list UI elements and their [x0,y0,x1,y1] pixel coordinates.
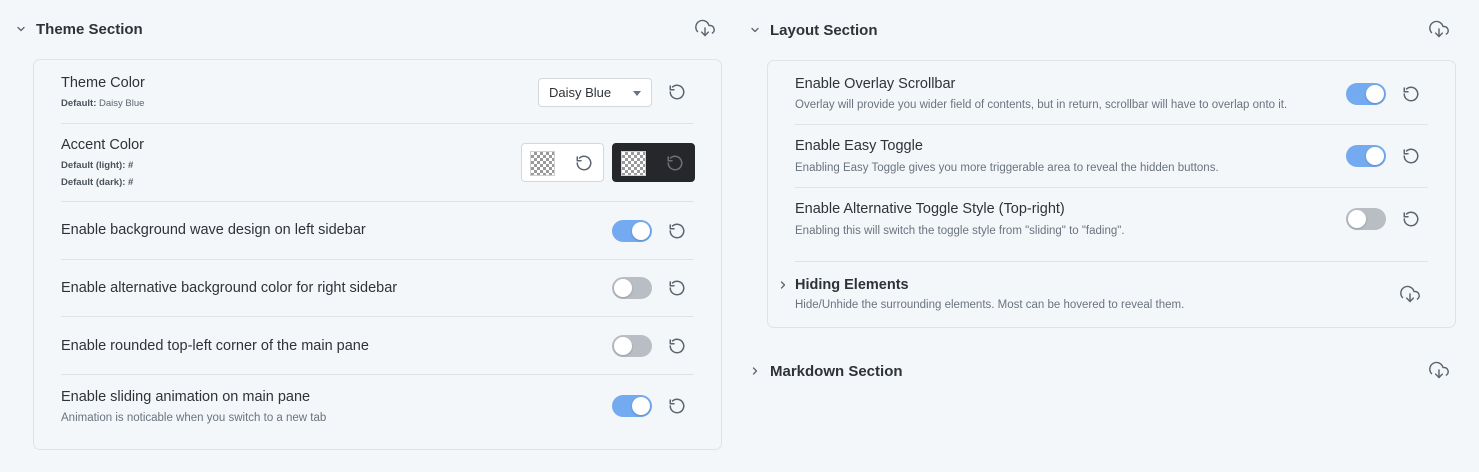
setting-description: Enabling Easy Toggle gives you more trig… [795,162,1219,174]
chevron-down-icon [749,24,761,36]
subsection-title: Hiding Elements [795,277,909,293]
toggle-knob [1366,85,1384,103]
reset-icon[interactable] [1401,209,1421,229]
reset-icon[interactable] [667,336,687,356]
setting-default-light: Default (light): # [61,158,133,174]
setting-default: Default: Daisy Blue [61,96,144,112]
chevron-right-icon [777,279,789,291]
section-title: Markdown Section [770,362,903,380]
setting-name: Theme Color [61,75,145,91]
setting-name: Enable rounded top-left corner of the ma… [61,338,369,354]
reset-icon[interactable] [574,153,594,173]
setting-name: Accent Color [61,137,145,153]
color-swatch[interactable] [530,151,555,176]
default-dark-label: Default (dark): [61,177,126,188]
section-title: Layout Section [770,21,878,39]
download-cloud-icon[interactable] [1399,283,1421,305]
setting-row-accent-color: Accent Color Default (light): # Default … [61,124,695,202]
setting-row-rounded-corner: Enable rounded top-left corner of the ma… [61,317,694,375]
theme-color-dropdown[interactable]: Daisy Blue [538,78,652,107]
default-light-label: Default (light): [61,160,126,171]
chevron-right-icon [749,365,761,377]
toggle-switch[interactable] [612,335,652,357]
layout-section-header[interactable]: Layout Section [749,18,878,42]
reset-icon[interactable] [667,278,687,298]
toggle-knob [632,222,650,240]
reset-icon[interactable] [1401,84,1421,104]
markdown-section-header[interactable]: Markdown Section [749,359,903,383]
setting-name: Enable sliding animation on main pane [61,389,311,405]
toggle-switch[interactable] [612,277,652,299]
setting-row-sliding-animation: Enable sliding animation on main pane An… [61,375,694,445]
accent-color-light-picker[interactable] [521,143,604,182]
setting-description: Animation is noticable when you switch t… [61,412,327,424]
reset-icon[interactable] [667,82,687,102]
dropdown-value: Daisy Blue [549,85,612,100]
reset-icon[interactable] [665,153,685,173]
default-dark-value: # [128,177,134,188]
toggle-switch[interactable] [612,395,652,417]
layout-settings-card: Enable Overlay Scrollbar Overlay will pr… [767,60,1456,328]
setting-row-wave-design: Enable background wave design on left si… [61,202,694,260]
subsection-hiding-elements[interactable]: Hiding Elements Hide/Unhide the surround… [780,262,1428,324]
toggle-knob [614,337,632,355]
setting-description: Enabling this will switch the toggle sty… [795,225,1125,237]
theme-settings-card: Theme Color Default: Daisy Blue Daisy Bl… [33,59,722,450]
setting-name: Enable Overlay Scrollbar [795,76,956,92]
toggle-knob [1366,147,1384,165]
setting-row-overlay-scrollbar: Enable Overlay Scrollbar Overlay will pr… [795,61,1428,125]
setting-name: Enable Easy Toggle [795,138,923,154]
reset-icon[interactable] [1401,146,1421,166]
download-cloud-icon[interactable] [694,17,716,39]
setting-name: Enable Alternative Toggle Style (Top-rig… [795,201,1065,217]
default-label: Default: [61,98,97,109]
default-value: Daisy Blue [99,98,145,109]
layout-section: Layout Section Enable Overlay Scrollbar … [740,0,1470,472]
theme-section-header[interactable]: Theme Section [15,17,143,41]
reset-icon[interactable] [667,221,687,241]
toggle-knob [1348,210,1366,228]
toggle-switch[interactable] [612,220,652,242]
color-swatch[interactable] [621,151,646,176]
setting-row-theme-color: Theme Color Default: Daisy Blue Daisy Bl… [61,60,694,124]
setting-description: Overlay will provide you wider field of … [795,99,1288,111]
setting-row-alt-background: Enable alternative background color for … [61,260,694,317]
setting-name: Enable alternative background color for … [61,280,398,296]
download-cloud-icon[interactable] [1428,18,1450,40]
caret-down-icon [633,91,641,96]
theme-section: Theme Section Theme Color Default: Daisy… [0,0,730,472]
download-cloud-icon[interactable] [1428,359,1450,381]
section-title: Theme Section [36,20,143,38]
chevron-down-icon [15,23,27,35]
setting-row-easy-toggle: Enable Easy Toggle Enabling Easy Toggle … [795,125,1428,188]
reset-icon[interactable] [667,396,687,416]
toggle-knob [614,279,632,297]
accent-color-dark-picker[interactable] [612,143,695,182]
setting-row-alt-toggle-style: Enable Alternative Toggle Style (Top-rig… [795,188,1428,262]
subsection-description: Hide/Unhide the surrounding elements. Mo… [795,299,1185,311]
toggle-switch[interactable] [1346,208,1386,230]
toggle-switch[interactable] [1346,145,1386,167]
toggle-knob [632,397,650,415]
setting-default-dark: Default (dark): # [61,175,133,191]
default-light-value: # [128,160,134,171]
toggle-switch[interactable] [1346,83,1386,105]
setting-name: Enable background wave design on left si… [61,222,366,238]
